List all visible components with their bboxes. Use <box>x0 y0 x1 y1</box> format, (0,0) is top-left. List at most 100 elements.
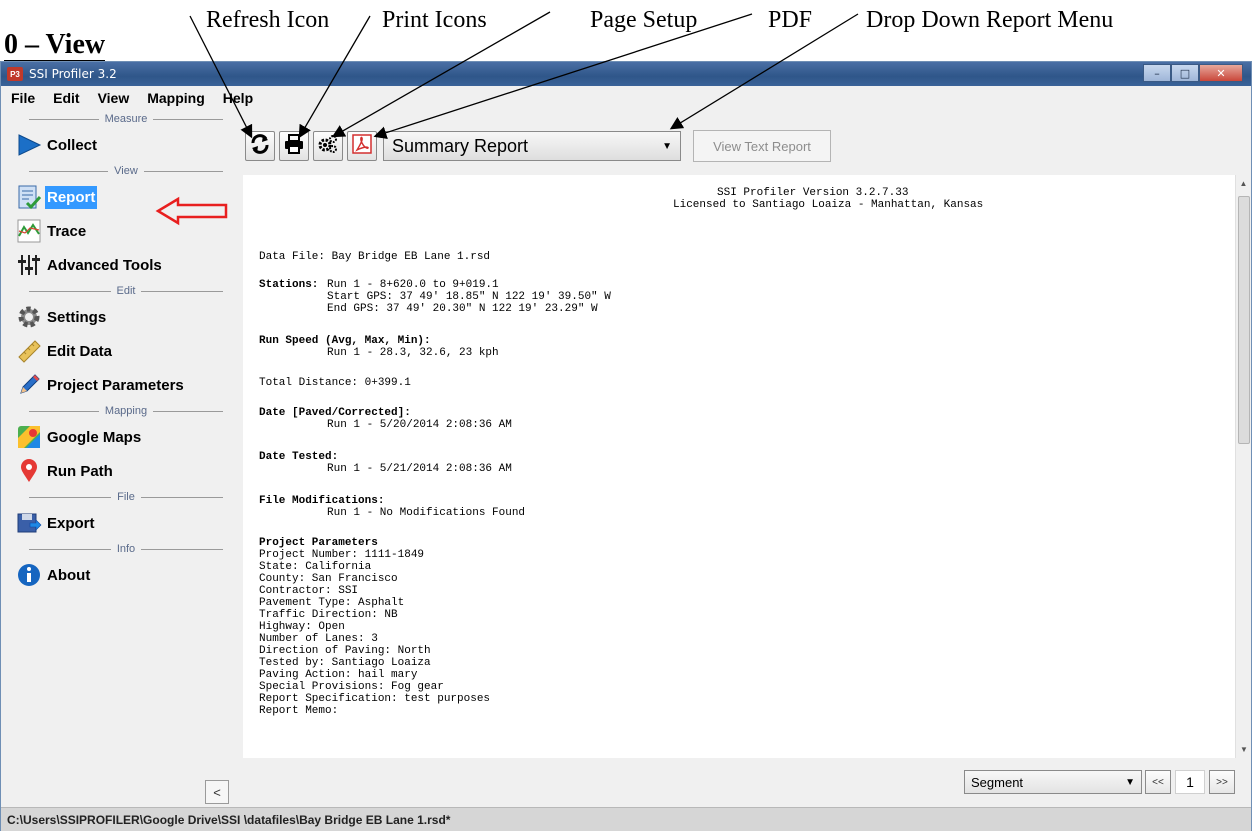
sidebar-label-report: Report <box>45 185 98 209</box>
maximize-icon[interactable]: □ <box>1171 64 1199 82</box>
pencil-icon <box>15 371 43 399</box>
report-viewer[interactable]: SSI Profiler Version 3.2.7.33 Licensed t… <box>243 175 1235 758</box>
sidebar-item-run-path[interactable]: Run Path <box>1 454 237 488</box>
report-param-line: Paving Action: hail mary <box>259 669 418 681</box>
sidebar-item-about[interactable]: About <box>1 558 237 592</box>
report-param-line: Pavement Type: Asphalt <box>259 597 405 609</box>
report-date-tested-label: Date Tested: <box>259 451 339 463</box>
report-param-line: Traffic Direction: NB <box>259 609 398 621</box>
chevron-down-icon: ▼ <box>1125 776 1135 788</box>
info-icon <box>15 561 43 589</box>
refresh-button[interactable] <box>245 131 275 161</box>
report-file-mod: Run 1 - No Modifications Found <box>327 507 526 519</box>
report-param-line: Special Provisions: Fog gear <box>259 681 444 693</box>
report-icon <box>15 183 43 211</box>
report-param-line: Number of Lanes: 3 <box>259 633 378 645</box>
menu-edit[interactable]: Edit <box>53 90 79 106</box>
sidebar-item-report[interactable]: Report <box>1 180 237 214</box>
report-date-paved-label: Date [Paved/Corrected]: <box>259 407 411 419</box>
report-param-line: Report Specification: test purposes <box>259 693 491 705</box>
sidebar-label-project-parameters: Project Parameters <box>47 376 184 394</box>
sidebar-label-settings: Settings <box>47 308 107 326</box>
report-scrollbar[interactable]: ▲ ▼ <box>1235 175 1251 758</box>
chevron-down-icon: ▼ <box>662 140 672 152</box>
segment-value: Segment <box>971 774 1024 790</box>
report-param-line: County: San Francisco <box>259 573 398 585</box>
app-logo-icon: P3 <box>7 67 23 81</box>
section-view: View <box>1 162 237 180</box>
page-number[interactable]: 1 <box>1175 770 1205 794</box>
sidebar-label-trace: Trace <box>47 222 87 240</box>
report-header-license: Licensed to Santiago Loaiza - Manhattan,… <box>673 199 984 211</box>
report-date-tested: Run 1 - 5/21/2014 2:08:36 AM <box>327 463 512 475</box>
section-mapping: Mapping <box>1 402 237 420</box>
collapse-sidebar-button[interactable]: < <box>205 780 229 804</box>
view-text-report-button[interactable]: View Text Report <box>693 130 831 162</box>
report-param-line: Report Memo: <box>259 705 339 717</box>
report-end-gps: End GPS: 37 49' 20.30" N 122 19' 23.29" … <box>327 303 598 315</box>
sidebar: Measure Collect View Report Trace Advanc… <box>1 110 237 806</box>
report-param-line: Project Number: 1111-1849 <box>259 549 425 561</box>
sidebar-item-advanced-tools[interactable]: Advanced Tools <box>1 248 237 282</box>
document-heading: 0 – View <box>4 29 106 62</box>
annotation-print-icons: Print Icons <box>382 7 487 33</box>
print-button[interactable] <box>279 131 309 161</box>
app-window: P3 SSI Profiler 3.2 – □ ✕ File Edit View… <box>0 61 1252 831</box>
report-param-line: Contractor: SSI <box>259 585 359 597</box>
report-param-line: Highway: Open <box>259 621 345 633</box>
status-bar-file-path: C:\Users\SSIPROFILER\Google Drive\SSI \d… <box>1 807 1251 831</box>
gears-icon <box>317 133 339 160</box>
gear-icon <box>15 303 43 331</box>
sidebar-label-about: About <box>47 566 91 584</box>
menu-help[interactable]: Help <box>223 90 253 106</box>
section-edit: Edit <box>1 282 237 300</box>
page-setup-button[interactable] <box>313 131 343 161</box>
close-icon[interactable]: ✕ <box>1199 64 1243 82</box>
annotation-dropdown-report-menu: Drop Down Report Menu <box>866 7 1114 33</box>
map-pin-icon <box>15 457 43 485</box>
report-data-file: Data File: Bay Bridge EB Lane 1.rsd <box>259 251 491 263</box>
sidebar-item-trace[interactable]: Trace <box>1 214 237 248</box>
sidebar-label-collect: Collect <box>47 136 98 154</box>
previous-page-button[interactable]: << <box>1145 770 1171 794</box>
sidebar-item-collect[interactable]: Collect <box>1 128 237 162</box>
sidebar-item-edit-data[interactable]: Edit Data <box>1 334 237 368</box>
section-info: Info <box>1 540 237 558</box>
report-date-paved: Run 1 - 5/20/2014 2:08:36 AM <box>327 419 512 431</box>
title-bar: P3 SSI Profiler 3.2 – □ ✕ <box>1 62 1251 86</box>
sidebar-item-settings[interactable]: Settings <box>1 300 237 334</box>
scroll-up-icon[interactable]: ▲ <box>1236 175 1251 192</box>
printer-icon <box>283 133 305 160</box>
section-measure: Measure <box>1 110 237 128</box>
sidebar-label-google-maps: Google Maps <box>47 428 142 446</box>
menu-bar: File Edit View Mapping Help <box>1 86 1251 110</box>
report-type-value: Summary Report <box>392 135 529 156</box>
report-run-speed-label: Run Speed (Avg, Max, Min): <box>259 335 431 347</box>
menu-file[interactable]: File <box>11 90 35 106</box>
window-title: SSI Profiler 3.2 <box>29 67 117 81</box>
menu-mapping[interactable]: Mapping <box>147 90 205 106</box>
report-type-dropdown[interactable]: Summary Report ▼ <box>383 131 681 161</box>
report-header-version: SSI Profiler Version 3.2.7.33 <box>717 187 909 199</box>
annotation-pdf: PDF <box>768 7 813 33</box>
section-file: File <box>1 488 237 506</box>
pdf-button[interactable] <box>347 131 377 161</box>
report-start-gps: Start GPS: 37 49' 18.85" N 122 19' 39.50… <box>327 291 611 303</box>
sidebar-item-export[interactable]: Export <box>1 506 237 540</box>
report-param-line: Direction of Paving: North <box>259 645 431 657</box>
annotation-refresh-icon: Refresh Icon <box>206 7 330 33</box>
trace-chart-icon <box>15 217 43 245</box>
scroll-down-icon[interactable]: ▼ <box>1236 741 1252 758</box>
scroll-thumb[interactable] <box>1238 196 1250 444</box>
report-toolbar: Summary Report ▼ View Text Report <box>245 130 831 162</box>
sidebar-label-advanced-tools: Advanced Tools <box>47 256 162 274</box>
sidebar-label-edit-data: Edit Data <box>47 342 113 360</box>
report-run-speed: Run 1 - 28.3, 32.6, 23 kph <box>327 347 499 359</box>
next-page-button[interactable]: >> <box>1209 770 1235 794</box>
menu-view[interactable]: View <box>98 90 130 106</box>
google-maps-icon <box>15 423 43 451</box>
sidebar-item-google-maps[interactable]: Google Maps <box>1 420 237 454</box>
sidebar-item-project-parameters[interactable]: Project Parameters <box>1 368 237 402</box>
segment-dropdown[interactable]: Segment ▼ <box>964 770 1142 794</box>
minimize-icon[interactable]: – <box>1143 64 1171 82</box>
